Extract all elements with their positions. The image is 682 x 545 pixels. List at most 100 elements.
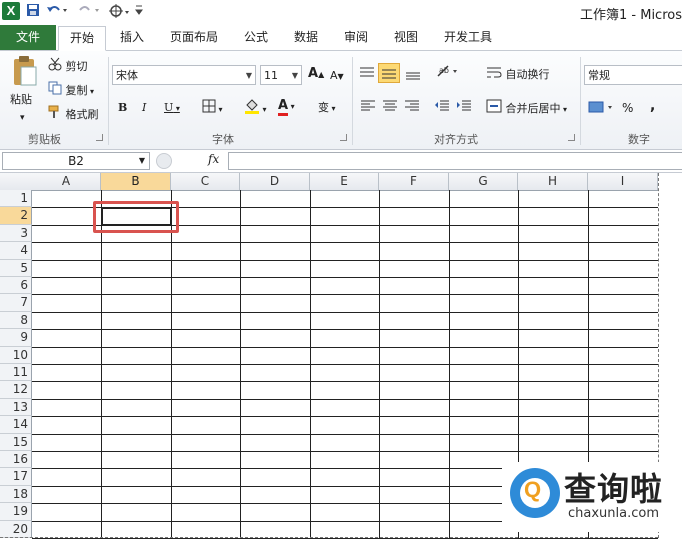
column-header-d[interactable]: D — [240, 173, 310, 190]
grow-font-label: A — [308, 66, 319, 81]
page-break-line — [0, 537, 658, 538]
borders-button[interactable]: ▾ — [202, 99, 223, 119]
font-launcher-icon[interactable] — [340, 134, 347, 141]
row-header-6[interactable]: 6 — [0, 277, 32, 295]
number-format-combo[interactable]: 常规 — [584, 65, 682, 85]
font-name-combo[interactable]: 宋体 ▼ — [112, 65, 256, 85]
alignment-launcher-icon[interactable] — [568, 134, 575, 141]
name-box[interactable]: B2 ▼ — [2, 152, 150, 170]
grow-font-button[interactable]: A▲ — [308, 65, 324, 84]
italic-button[interactable]: I — [142, 99, 146, 117]
insert-function-button[interactable]: fx — [208, 152, 219, 166]
row-header-3[interactable]: 3 — [0, 224, 32, 243]
increase-indent-icon[interactable] — [456, 99, 472, 116]
highlight-box — [93, 201, 179, 233]
formula-bar-toggle-icon — [156, 153, 172, 169]
clipboard-launcher-icon[interactable] — [96, 134, 103, 141]
row-header-16[interactable]: 16 — [0, 451, 32, 469]
column-header-g[interactable]: G — [449, 173, 518, 190]
customize-icon[interactable] — [134, 3, 144, 21]
save-icon[interactable] — [26, 3, 40, 21]
wrap-text-label: 自动换行 — [505, 68, 550, 81]
row-header-17[interactable]: 17 — [0, 468, 32, 486]
row-header-20[interactable]: 20 — [0, 520, 32, 538]
copy-button[interactable]: 复制 ▾ — [48, 81, 94, 101]
row-header-4[interactable]: 4 — [0, 242, 32, 260]
row-header-10[interactable]: 10 — [0, 346, 32, 364]
column-header-e[interactable]: E — [310, 173, 379, 190]
tab-insert[interactable]: 插入 — [112, 26, 152, 49]
row-header-19[interactable]: 19 — [0, 503, 32, 521]
column-header-b[interactable]: B — [101, 173, 171, 190]
column-header-h[interactable]: H — [518, 173, 588, 190]
align-right-icon[interactable] — [404, 99, 420, 116]
align-center-icon[interactable] — [382, 99, 398, 116]
formula-input[interactable] — [228, 152, 682, 170]
row-header-13[interactable]: 13 — [0, 398, 32, 417]
row-header-7[interactable]: 7 — [0, 294, 32, 312]
column-header-c[interactable]: C — [171, 173, 240, 190]
group-divider — [580, 57, 581, 145]
column-header-f[interactable]: F — [379, 173, 449, 190]
wrap-text-icon — [486, 65, 502, 85]
align-middle-icon[interactable] — [378, 63, 400, 83]
underline-button[interactable]: U ▾ — [164, 99, 180, 118]
row-gridline — [32, 329, 658, 331]
align-bottom-icon[interactable] — [404, 65, 422, 84]
row-header-8[interactable]: 8 — [0, 311, 32, 330]
row-header-1[interactable]: 1 — [0, 190, 32, 208]
percent-style-button[interactable]: % — [622, 99, 633, 117]
row-header-2[interactable]: 2 — [0, 207, 32, 225]
font-size-combo[interactable]: 11 ▼ — [260, 65, 302, 85]
row-header-9[interactable]: 9 — [0, 329, 32, 347]
row-gridline — [32, 259, 658, 261]
format-painter-button[interactable]: 格式刷 — [48, 105, 99, 125]
row-header-14[interactable]: 14 — [0, 416, 32, 434]
paste-button[interactable]: 粘贴 — [10, 91, 32, 109]
tab-developer[interactable]: 开发工具 — [436, 26, 500, 49]
tab-home[interactable]: 开始 — [58, 26, 106, 51]
group-divider — [352, 57, 353, 145]
bold-button[interactable]: B — [118, 99, 127, 117]
align-left-icon[interactable] — [360, 99, 376, 116]
wrap-text-button[interactable]: 自动换行 — [486, 65, 550, 85]
tab-view[interactable]: 视图 — [386, 26, 426, 49]
currency-format-icon[interactable] — [588, 99, 616, 118]
row-header-18[interactable]: 18 — [0, 485, 32, 504]
underline-label: U — [164, 101, 174, 114]
merge-center-button[interactable]: 合并后居中 ▾ — [486, 99, 567, 119]
fill-color-button[interactable]: ▾ — [244, 97, 267, 121]
paste-dropdown-icon[interactable]: ▾ — [20, 109, 25, 127]
touch-mode-icon[interactable] — [108, 3, 130, 23]
comma-style-button[interactable]: , — [650, 97, 655, 115]
excel-logo-icon: X — [2, 2, 20, 20]
tab-formulas[interactable]: 公式 — [236, 26, 276, 49]
row-gridline — [32, 416, 658, 418]
phonetic-button[interactable]: 变 ▾ — [318, 99, 336, 118]
undo-icon[interactable] — [46, 3, 68, 21]
font-color-button[interactable]: A ▾ — [278, 97, 295, 116]
row-header-12[interactable]: 12 — [0, 381, 32, 399]
row-header-5[interactable]: 5 — [0, 259, 32, 277]
row-header-11[interactable]: 11 — [0, 364, 32, 382]
tab-page-layout[interactable]: 页面布局 — [164, 26, 224, 49]
paste-icon[interactable] — [10, 55, 38, 90]
row-gridline — [32, 294, 658, 296]
align-top-icon[interactable] — [358, 65, 376, 84]
decrease-indent-icon[interactable] — [434, 99, 450, 116]
copy-dropdown-icon[interactable]: ▾ — [88, 87, 94, 96]
tab-review[interactable]: 审阅 — [336, 26, 376, 49]
copy-label: 复制 — [65, 84, 88, 97]
shrink-font-button[interactable]: A▼ — [330, 67, 344, 86]
formula-bar: B2 ▼ fx — [0, 150, 682, 173]
tab-file[interactable]: 文件 — [0, 25, 56, 50]
format-painter-label: 格式刷 — [65, 108, 99, 121]
tab-data[interactable]: 数据 — [286, 26, 326, 49]
column-header-a[interactable]: A — [32, 173, 101, 190]
orientation-icon[interactable]: ab — [436, 63, 460, 82]
cut-button[interactable]: 剪切 — [48, 57, 88, 77]
scissors-icon — [48, 57, 62, 77]
column-header-i[interactable]: I — [588, 173, 658, 190]
redo-icon[interactable] — [78, 3, 100, 21]
row-header-15[interactable]: 15 — [0, 433, 32, 451]
